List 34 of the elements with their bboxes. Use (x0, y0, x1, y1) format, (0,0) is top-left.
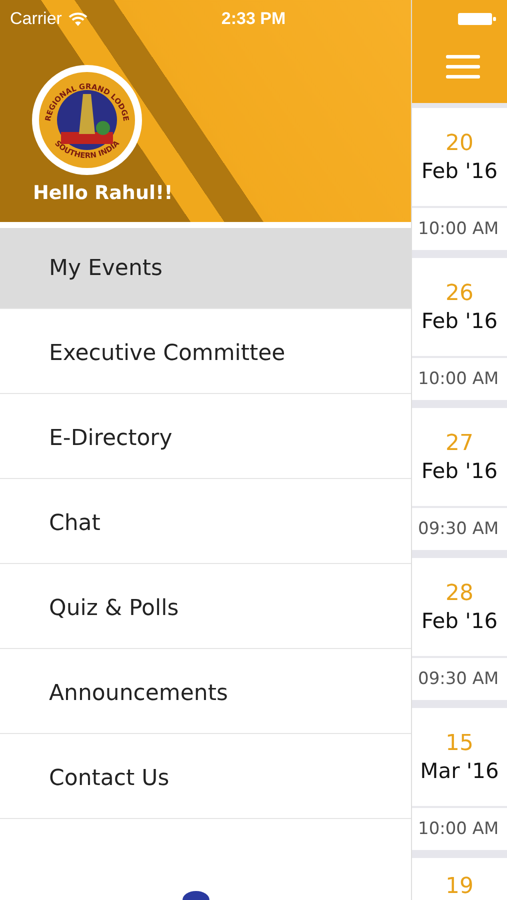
event-day: 28 (446, 582, 474, 604)
event-time: 10:00 AM (417, 818, 500, 841)
event-card[interactable]: 26 Feb '16 10:00 AM (412, 258, 507, 400)
event-month: Feb '16 (421, 310, 498, 332)
battery-icon (457, 11, 497, 27)
event-card[interactable]: 15 Mar '16 10:00 AM (412, 708, 507, 850)
menu-item[interactable]: Announcements (0, 653, 411, 734)
menu-item[interactable]: Executive Committee (0, 313, 411, 394)
event-time: 10:00 AM (417, 218, 500, 241)
wifi-icon (68, 12, 88, 26)
carrier-label: Carrier (10, 9, 62, 29)
greeting: Hello Rahul!! (33, 182, 173, 204)
menu-icon[interactable] (446, 55, 480, 79)
event-time: 09:30 AM (417, 668, 500, 691)
event-card[interactable]: 20 Feb '16 10:00 AM (412, 108, 507, 250)
event-time: 10:00 AM (417, 368, 500, 391)
event-month: Mar '16 (420, 760, 499, 782)
status-time: 2:33 PM (221, 9, 286, 29)
event-card[interactable]: 28 Feb '16 09:30 AM (412, 558, 507, 700)
menu-item[interactable]: My Events (0, 228, 411, 309)
menu-item[interactable]: E-Directory (0, 398, 411, 479)
event-day: 19 (446, 876, 474, 898)
event-month: Feb '16 (421, 160, 498, 182)
event-month: Feb '16 (421, 610, 498, 632)
event-time: 09:30 AM (417, 518, 500, 541)
event-card[interactable]: 27 Feb '16 09:30 AM (412, 408, 507, 550)
event-day: 15 (446, 732, 474, 754)
event-month: Feb '16 (421, 460, 498, 482)
event-day: 20 (446, 132, 474, 154)
event-day: 27 (446, 432, 474, 454)
event-day: 26 (446, 282, 474, 304)
menu-item[interactable]: Quiz & Polls (0, 568, 411, 649)
menu-item[interactable]: Contact Us (0, 738, 411, 819)
menu-item[interactable]: Chat (0, 483, 411, 564)
